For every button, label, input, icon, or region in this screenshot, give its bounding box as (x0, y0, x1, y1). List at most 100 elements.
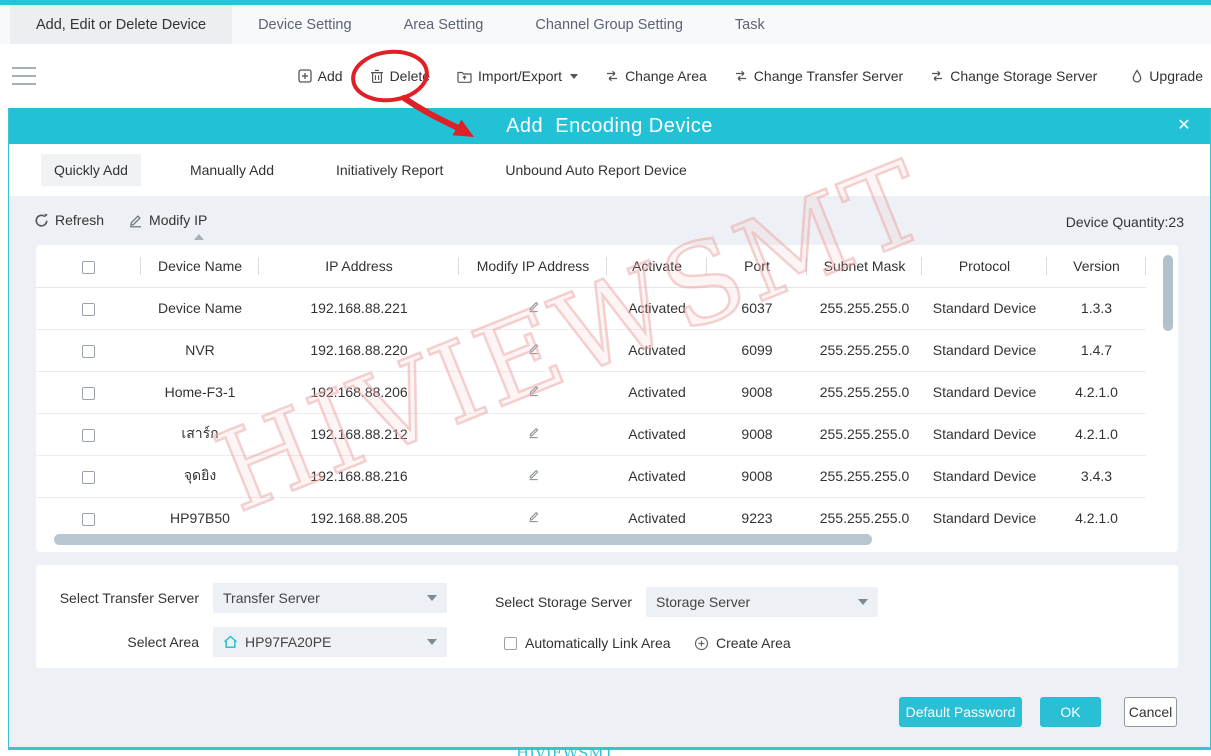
select-all-header[interactable] (36, 245, 141, 287)
main-tab-bar: Add, Edit or Delete Device Device Settin… (0, 5, 1211, 44)
swap-icon (605, 69, 619, 83)
col-subnet-mask[interactable]: Subnet Mask (807, 245, 922, 287)
refresh-icon (34, 213, 49, 228)
cell-protocol: Standard Device (922, 455, 1047, 497)
tab-label: Unbound Auto Report Device (505, 162, 686, 178)
select-area-label: Select Area (36, 627, 199, 657)
ok-button[interactable]: OK (1040, 697, 1101, 727)
change-storage-server-button[interactable]: Change Storage Server (930, 68, 1097, 84)
home-icon (223, 635, 238, 649)
refresh-label: Refresh (55, 212, 104, 228)
caret-down-icon (570, 74, 578, 79)
cell-ip-address: 192.168.88.221 (259, 287, 459, 329)
tab-unbound-auto-report-device[interactable]: Unbound Auto Report Device (492, 154, 699, 186)
create-area-button[interactable]: Create Area (694, 635, 791, 651)
cell-activate: Activated (607, 455, 707, 497)
chevron-down-icon (427, 595, 437, 601)
col-activate[interactable]: Activate (607, 245, 707, 287)
row-checkbox[interactable] (82, 471, 95, 484)
storage-server-select[interactable]: Storage Server (646, 587, 878, 617)
vertical-scrollbar[interactable] (1163, 255, 1173, 331)
tab-label: Channel Group Setting (535, 17, 683, 33)
cell-port: 6099 (707, 329, 807, 371)
swap-icon (930, 69, 944, 83)
upgrade-label: Upgrade (1149, 68, 1203, 84)
delete-button[interactable]: Delete (370, 68, 430, 84)
automatically-link-area-checkbox[interactable]: Automatically Link Area (504, 635, 671, 651)
cell-ip-address: 192.168.88.206 (259, 371, 459, 413)
transfer-server-select[interactable]: Transfer Server (213, 583, 447, 613)
device-table-body: Device Name192.168.88.221Activated603725… (36, 287, 1146, 539)
row-checkbox[interactable] (82, 303, 95, 316)
cell-device-name: เสาร์ก (141, 413, 259, 455)
tab-device-setting[interactable]: Device Setting (232, 5, 378, 44)
cell-device-name: Home-F3-1 (141, 371, 259, 413)
modify-ip-pencil-icon[interactable] (526, 425, 541, 443)
menu-icon[interactable] (12, 67, 36, 85)
area-value: HP97FA20PE (245, 634, 331, 650)
tab-channel-group-setting[interactable]: Channel Group Setting (509, 5, 709, 44)
checkbox[interactable] (504, 637, 517, 650)
tab-label: Add, Edit or Delete Device (36, 17, 206, 33)
tab-quickly-add[interactable]: Quickly Add (41, 154, 141, 186)
tab-label: Device Setting (258, 17, 352, 33)
dialog-header: Add Encoding Device ✕ (9, 108, 1210, 144)
row-checkbox[interactable] (82, 429, 95, 442)
modify-ip-pencil-icon[interactable] (526, 299, 541, 317)
refresh-button[interactable]: Refresh (34, 212, 104, 228)
col-modify-ip-address[interactable]: Modify IP Address (459, 245, 607, 287)
cell-port: 9223 (707, 497, 807, 539)
col-port[interactable]: Port (707, 245, 807, 287)
cell-version: 3.4.3 (1047, 455, 1146, 497)
col-ip-address[interactable]: IP Address (259, 245, 459, 287)
device-quantity: Device Quantity:23 (1066, 214, 1184, 230)
tab-manually-add[interactable]: Manually Add (177, 154, 287, 186)
modify-ip-button[interactable]: Modify IP (128, 212, 207, 228)
pencil-icon (526, 509, 541, 524)
cell-protocol: Standard Device (922, 329, 1047, 371)
tab-area-setting[interactable]: Area Setting (378, 5, 510, 44)
close-icon[interactable]: ✕ (1170, 108, 1198, 144)
device-table-panel: Device Name IP Address Modify IP Address… (36, 245, 1178, 552)
modify-ip-pencil-icon[interactable] (526, 467, 541, 485)
change-transfer-server-button[interactable]: Change Transfer Server (734, 68, 903, 84)
dialog-footer: Default Password OK Cancel (899, 697, 1177, 727)
tab-label: Initiatively Report (336, 162, 443, 178)
select-all-checkbox[interactable] (82, 261, 95, 274)
table-row: HP97B50192.168.88.205Activated9223255.25… (36, 497, 1146, 539)
default-password-button[interactable]: Default Password (899, 697, 1022, 727)
pencil-icon (128, 213, 143, 228)
circle-plus-icon (694, 636, 709, 651)
cancel-button[interactable]: Cancel (1124, 697, 1177, 727)
upgrade-button[interactable]: Upgrade (1131, 68, 1203, 84)
add-encoding-device-dialog: Add Encoding Device ✕ Quickly Add Manual… (8, 108, 1211, 750)
modify-ip-pencil-icon[interactable] (526, 383, 541, 401)
col-device-name[interactable]: Device Name (141, 245, 259, 287)
cell-version: 4.2.1.0 (1047, 497, 1146, 539)
row-checkbox[interactable] (82, 387, 95, 400)
add-button[interactable]: Add (298, 68, 343, 84)
change-transfer-server-label: Change Transfer Server (754, 68, 903, 84)
sort-up-icon[interactable] (194, 234, 204, 240)
tab-initiatively-report[interactable]: Initiatively Report (323, 154, 456, 186)
cell-version: 4.2.1.0 (1047, 371, 1146, 413)
col-version[interactable]: Version (1047, 245, 1146, 287)
cell-version: 4.2.1.0 (1047, 413, 1146, 455)
modify-ip-pencil-icon[interactable] (526, 341, 541, 359)
modify-ip-pencil-icon[interactable] (526, 509, 541, 527)
dialog-tab-bar: Quickly Add Manually Add Initiatively Re… (9, 144, 1210, 196)
cell-subnet-mask: 255.255.255.0 (807, 329, 922, 371)
cell-protocol: Standard Device (922, 371, 1047, 413)
tab-add-edit-delete-device[interactable]: Add, Edit or Delete Device (10, 5, 232, 44)
col-protocol[interactable]: Protocol (922, 245, 1047, 287)
row-checkbox[interactable] (82, 513, 95, 526)
horizontal-scrollbar[interactable] (54, 534, 872, 545)
select-transfer-server-label: Select Transfer Server (36, 583, 199, 613)
area-select[interactable]: HP97FA20PE (213, 627, 447, 657)
link-settings-panel: Select Transfer Server Transfer Server S… (36, 565, 1178, 668)
dialog-title: Add Encoding Device (9, 108, 1210, 144)
row-checkbox[interactable] (82, 345, 95, 358)
import-export-button[interactable]: Import/Export (457, 68, 578, 84)
tab-task[interactable]: Task (709, 5, 791, 44)
change-area-button[interactable]: Change Area (605, 68, 707, 84)
